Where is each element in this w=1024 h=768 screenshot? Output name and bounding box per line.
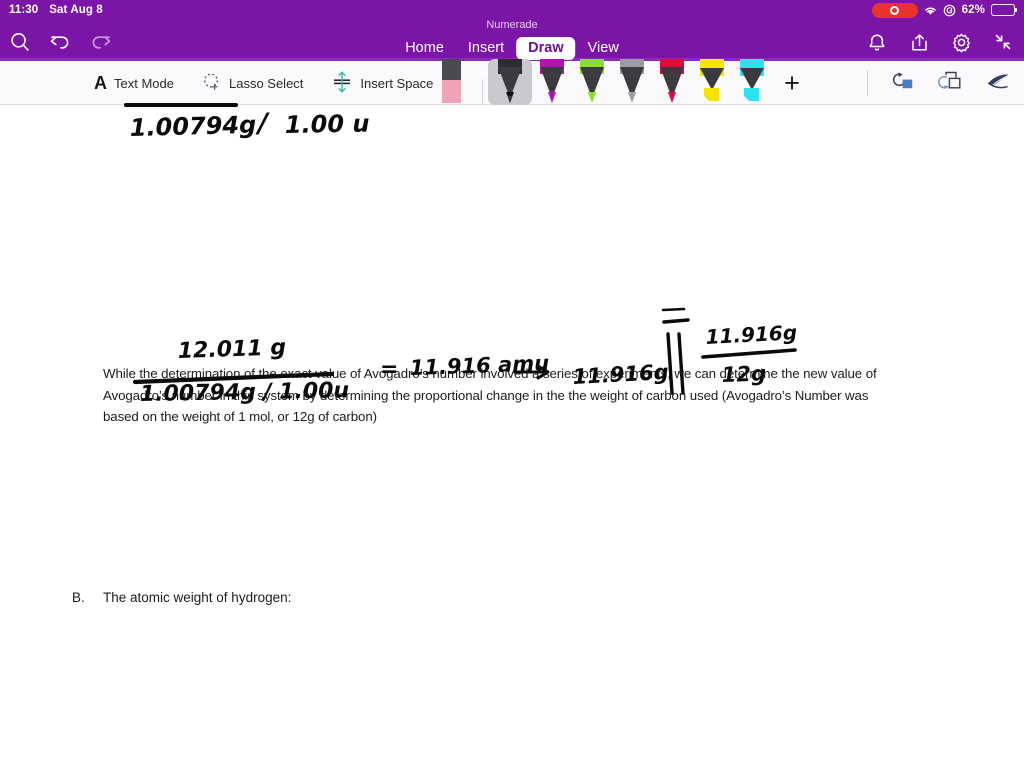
status-date: Sat Aug 8 xyxy=(49,4,103,16)
pen-red-icon xyxy=(658,59,686,105)
item-b-letter: B. xyxy=(72,590,85,605)
highlighter-yellow-icon xyxy=(698,59,726,105)
battery-icon xyxy=(991,4,1018,16)
highlighter-cyan-icon xyxy=(738,59,766,105)
pen-red[interactable] xyxy=(652,59,692,105)
search-icon[interactable] xyxy=(8,30,32,54)
insert-space-icon xyxy=(331,70,353,97)
tablet-screen: 11:30 Sat Aug 8 62% Numerade Home Insert… xyxy=(0,0,1024,768)
lasso-select-label: Lasso Select xyxy=(228,75,304,91)
letter-a-icon: A xyxy=(94,73,107,93)
pen-green-icon xyxy=(578,59,606,105)
header-right-actions xyxy=(865,30,1015,54)
chevron-down-icon[interactable]: ▾ xyxy=(507,94,512,104)
ink-to-shape-icon[interactable] xyxy=(938,69,964,98)
status-bar: 11:30 Sat Aug 8 62% xyxy=(0,0,1024,20)
pen-grey-icon xyxy=(618,59,646,105)
ink-eraser-icon[interactable] xyxy=(986,70,1012,97)
share-icon[interactable] xyxy=(907,30,931,54)
highlighter-yellow[interactable] xyxy=(692,59,732,105)
lasso-select-icon xyxy=(202,72,222,95)
wifi-icon xyxy=(923,4,938,16)
battery-percent: 62% xyxy=(961,4,985,16)
insert-space-label: Insert Space xyxy=(360,75,434,91)
shape-fill-icon[interactable] xyxy=(890,70,916,97)
redo-icon[interactable] xyxy=(88,30,112,54)
pen-palette: ▾ + xyxy=(437,59,812,105)
add-pen-button[interactable]: + xyxy=(772,61,812,105)
highlighter-cyan[interactable] xyxy=(732,59,772,105)
pen-grey[interactable] xyxy=(612,59,652,105)
tab-draw[interactable]: Draw xyxy=(516,37,576,60)
insert-space-button[interactable]: Insert Space xyxy=(317,66,447,100)
bell-icon[interactable] xyxy=(865,30,889,54)
tab-view[interactable]: View xyxy=(576,37,631,60)
eraser-tool[interactable] xyxy=(437,59,477,105)
collapse-icon[interactable] xyxy=(991,30,1015,54)
lasso-select-button[interactable]: Lasso Select xyxy=(188,66,317,100)
status-time: 11:30 xyxy=(9,4,39,16)
tab-home[interactable]: Home xyxy=(393,37,456,60)
gear-icon[interactable] xyxy=(949,30,973,54)
orientation-lock-icon xyxy=(943,4,956,17)
pen-magenta[interactable] xyxy=(532,59,572,105)
pen-green[interactable] xyxy=(572,59,612,105)
tab-insert[interactable]: Insert xyxy=(456,37,516,60)
eraser-icon xyxy=(442,59,461,103)
toolbar-right-group xyxy=(867,61,1012,105)
toolbar-divider-right xyxy=(867,70,868,96)
pen-black[interactable]: ▾ xyxy=(488,59,532,105)
paragraph-avogadro: While the determination of the exact val… xyxy=(103,366,877,424)
toolbar-left-group: A Text Mode Lasso Select Insert Space xyxy=(80,61,460,105)
header-left-actions xyxy=(8,30,112,54)
record-dot-icon xyxy=(890,5,900,15)
pen-magenta-icon xyxy=(538,59,566,105)
text-mode-label: Text Mode xyxy=(114,75,174,91)
document-canvas[interactable]: While the determination of the exact val… xyxy=(0,105,1024,768)
record-indicator[interactable] xyxy=(871,2,918,18)
undo-icon[interactable] xyxy=(48,30,72,54)
draw-toolbar: A Text Mode Lasso Select Insert Space ▾ … xyxy=(0,59,1024,105)
text-mode-button[interactable]: A Text Mode xyxy=(80,66,188,100)
item-b-label: The atomic weight of hydrogen: xyxy=(103,590,292,605)
ribbon-tabs: Home Insert Draw View xyxy=(393,37,631,60)
pen-divider xyxy=(482,79,483,105)
